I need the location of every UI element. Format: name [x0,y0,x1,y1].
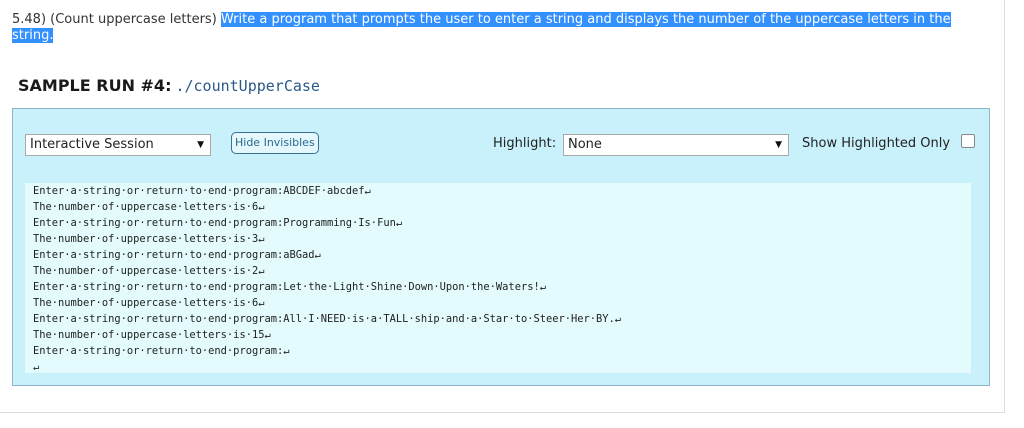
show-highlighted-only-checkbox[interactable] [961,134,975,148]
session-line: ↵ [33,361,40,373]
highlight-select-value: None [568,137,602,152]
session-line: The·number·of·uppercase·letters·is·6↵ [33,201,265,213]
dropdown-arrow-icon: ▼ [197,140,204,150]
sample-run-panel: Interactive Session ▼ Hide Invisibles Hi… [12,108,990,386]
session-line: Enter·a·string·or·return·to·end·program:… [33,249,321,261]
problem-statement: 5.48) (Count uppercase letters) Write a … [12,12,982,44]
session-type-value: Interactive Session [30,137,154,152]
sample-run-heading: SAMPLE RUN #4: ./countUpperCase [18,76,320,95]
session-output: Enter·a·string·or·return·to·end·program:… [25,183,971,373]
session-line: Enter·a·string·or·return·to·end·program:… [33,313,622,325]
highlight-label: Highlight: [493,136,557,151]
highlight-select[interactable]: None ▼ [563,134,789,156]
sample-run-title: SAMPLE RUN #4: [18,76,172,95]
session-line: The·number·of·uppercase·letters·is·15↵ [33,329,271,341]
show-highlighted-only-label: Show Highlighted Only [802,136,951,151]
session-line: Enter·a·string·or·return·to·end·program:… [33,217,403,229]
session-line: The·number·of·uppercase·letters·is·3↵ [33,233,265,245]
session-type-select[interactable]: Interactive Session ▼ [25,134,211,156]
session-line: The·number·of·uppercase·letters·is·2↵ [33,265,265,277]
problem-prefix: 5.48) (Count uppercase letters) [12,12,221,27]
dropdown-arrow-icon: ▼ [775,140,782,150]
session-line: The·number·of·uppercase·letters·is·6↵ [33,297,265,309]
hide-invisibles-button[interactable]: Hide Invisibles [231,132,319,154]
session-line: Enter·a·string·or·return·to·end·program:… [33,281,546,293]
session-line: Enter·a·string·or·return·to·end·program:… [33,185,371,197]
sample-run-command: ./countUpperCase [175,77,320,95]
session-line: Enter·a·string·or·return·to·end·program:… [33,345,290,357]
